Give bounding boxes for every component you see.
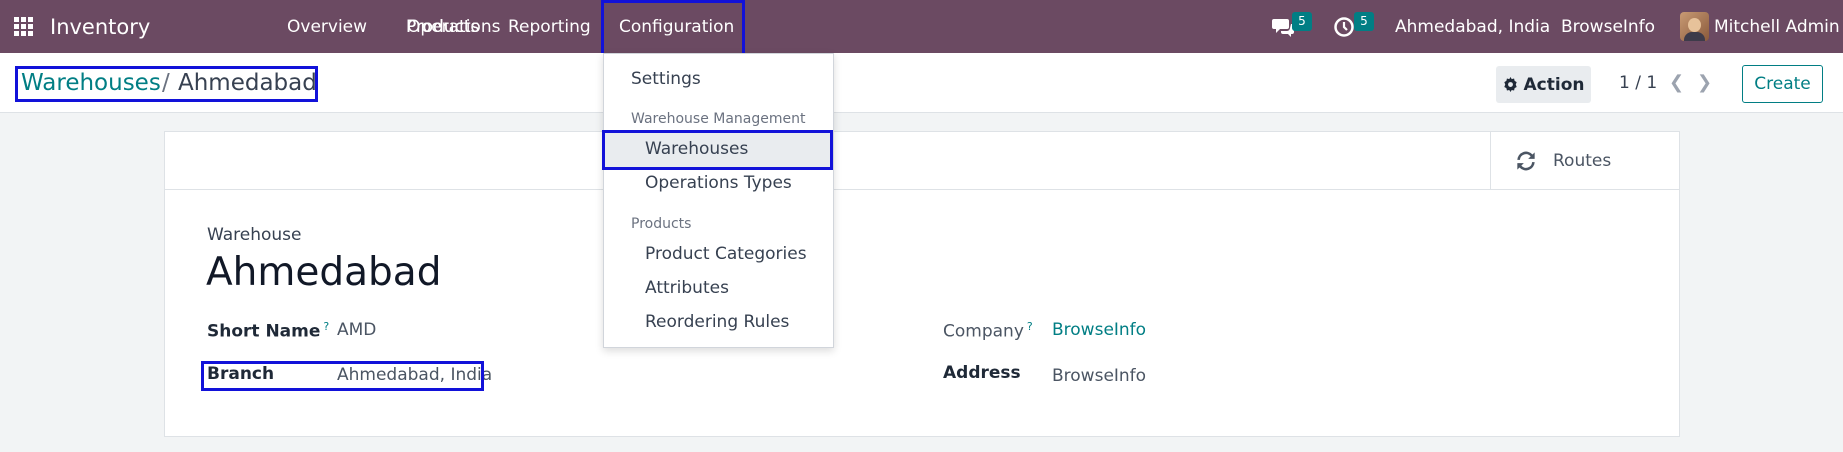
- menu-products-item[interactable]: Products: [406, 0, 479, 53]
- branch-highlight-box: [201, 361, 484, 391]
- dropdown-item-attributes[interactable]: Attributes: [645, 278, 729, 298]
- warehouse-name-field[interactable]: Ahmedabad: [206, 250, 441, 295]
- refresh-icon: [1517, 151, 1535, 170]
- messages-count-badge: 5: [1292, 12, 1312, 31]
- user-menu[interactable]: Mitchell Admin: [1714, 0, 1840, 53]
- dropdown-section-products: Products: [631, 216, 692, 232]
- menu-overview[interactable]: Overview: [287, 0, 367, 53]
- configuration-dropdown: [603, 53, 834, 348]
- company-label: Company?: [943, 320, 1033, 342]
- form-button-box: [164, 131, 1680, 190]
- gear-icon: [1503, 77, 1517, 92]
- pager-next-icon[interactable]: ❯: [1697, 72, 1712, 93]
- activities-count-badge: 5: [1354, 12, 1374, 31]
- dropdown-section-warehouse-management: Warehouse Management: [631, 111, 806, 127]
- pager-previous-icon[interactable]: ❮: [1669, 72, 1684, 93]
- short-name-label: Short Name?: [207, 320, 330, 342]
- routes-smart-button[interactable]: Routes: [1490, 132, 1679, 189]
- short-name-field[interactable]: AMD: [337, 320, 376, 340]
- user-avatar[interactable]: [1680, 12, 1709, 41]
- warehouse-field-label: Warehouse: [207, 225, 302, 245]
- create-button[interactable]: Create: [1742, 65, 1823, 103]
- apps-menu-icon[interactable]: [14, 0, 36, 53]
- dropdown-item-settings[interactable]: Settings: [631, 69, 701, 89]
- short-name-help-icon[interactable]: ?: [323, 320, 329, 333]
- dropdown-item-product-categories[interactable]: Product Categories: [645, 244, 807, 264]
- company-help-icon[interactable]: ?: [1027, 320, 1033, 333]
- dropdown-item-reordering-rules[interactable]: Reordering Rules: [645, 312, 789, 332]
- app-name[interactable]: Inventory: [50, 0, 150, 53]
- action-button[interactable]: Action: [1496, 66, 1591, 103]
- action-label: Action: [1523, 74, 1585, 95]
- address-label: Address: [943, 363, 1021, 383]
- menu-reporting[interactable]: Reporting: [508, 0, 591, 53]
- pager-value[interactable]: 1 / 1: [1619, 73, 1657, 93]
- dropdown-item-operations-types[interactable]: Operations Types: [645, 173, 792, 193]
- company-branch-switcher[interactable]: Ahmedabad, India: [1395, 0, 1550, 53]
- address-field[interactable]: BrowseInfo: [1052, 366, 1146, 386]
- warehouses-highlight-box: [602, 130, 833, 170]
- activity-clock-icon[interactable]: [1333, 0, 1355, 53]
- company-field[interactable]: BrowseInfo: [1052, 320, 1146, 340]
- routes-label: Routes: [1553, 150, 1612, 171]
- configuration-highlight-box: [601, 0, 745, 56]
- breadcrumb-highlight-box: [15, 66, 318, 102]
- company-switcher[interactable]: BrowseInfo: [1561, 0, 1655, 53]
